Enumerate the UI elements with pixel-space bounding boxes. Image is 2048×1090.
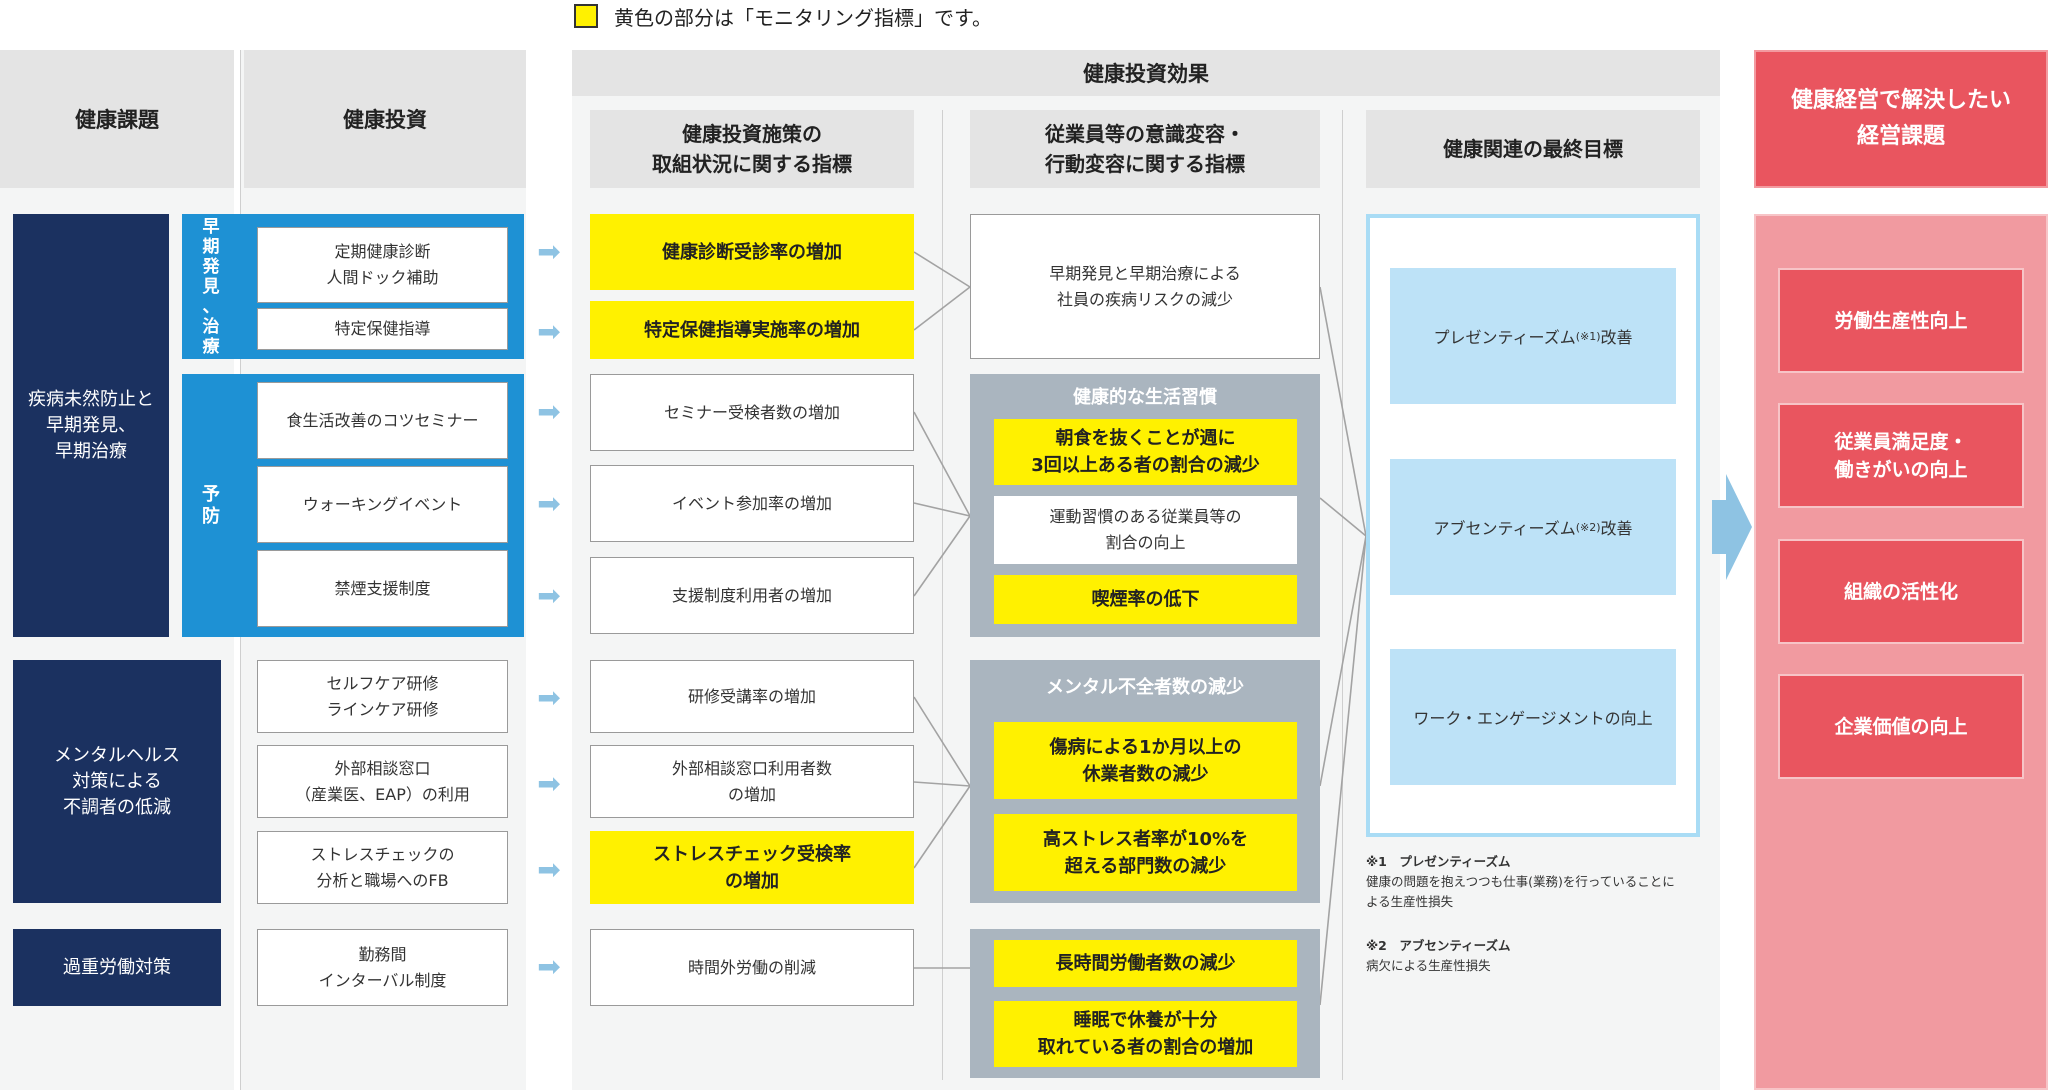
big-arrow-icon bbox=[1712, 474, 1752, 580]
final-goal-presenteeism: プレゼンティーズム (※1) 改善 bbox=[1390, 268, 1676, 404]
management-corporate-value: 企業価値の向上 bbox=[1778, 674, 2024, 779]
measure-seminar-participants: セミナー受検者数の増加 bbox=[590, 374, 914, 451]
measure-guidance-rate: 特定保健指導実施率の増加 bbox=[590, 301, 914, 359]
management-satisfaction: 従業員満足度・ 働きがいの向上 bbox=[1778, 403, 2024, 508]
note-body: 健康の問題を抱えつつも仕事(業務)を行っていることに よる生産性損失 bbox=[1366, 874, 1675, 909]
behavior-sick-leave: 傷病による1か月以上の 休業者数の減少 bbox=[994, 722, 1297, 799]
note-absenteeism: ※2 アブセンティーズム 病欠による生産性損失 bbox=[1366, 936, 1716, 976]
final-goal-absenteeism: アブセンティーズム (※2) 改善 bbox=[1390, 459, 1676, 595]
management-activation: 組織の活性化 bbox=[1778, 539, 2024, 644]
measure-stress-check-rate: ストレスチェック受検率 の増加 bbox=[590, 831, 914, 904]
behavior-long-hours: 長時間労働者数の減少 bbox=[994, 940, 1297, 987]
behavior-breakfast: 朝食を抜くことが週に 3回以上ある者の割合の減少 bbox=[994, 419, 1297, 485]
measure-counseling-users: 外部相談窓口利用者数 の増加 bbox=[590, 745, 914, 818]
note-body: 病欠による生産性損失 bbox=[1366, 958, 1491, 973]
management-productivity: 労働生産性向上 bbox=[1778, 268, 2024, 373]
note-title: ※1 プレゼンティーズム bbox=[1366, 854, 1511, 869]
measure-overtime-reduction: 時間外労働の削減 bbox=[590, 929, 914, 1006]
note-title: ※2 アブセンティーズム bbox=[1366, 938, 1511, 953]
measure-support-users: 支援制度利用者の増加 bbox=[590, 557, 914, 634]
final-goal-engagement: ワーク・エンゲージメントの向上 bbox=[1390, 649, 1676, 785]
behavior-exercise: 運動習慣のある従業員等の 割合の向上 bbox=[994, 496, 1297, 564]
measure-event-participation: イベント参加率の増加 bbox=[590, 465, 914, 542]
measure-training-rate: 研修受講率の増加 bbox=[590, 660, 914, 733]
behavior-smoking: 喫煙率の低下 bbox=[994, 575, 1297, 624]
behavior-early-risk: 早期発見と早期治療による 社員の疾病リスクの減少 bbox=[970, 214, 1320, 359]
note-presenteeism: ※1 プレゼンティーズム 健康の問題を抱えつつも仕事(業務)を行っていることに … bbox=[1366, 852, 1716, 912]
measure-checkup-rate: 健康診断受診率の増加 bbox=[590, 214, 914, 290]
behavior-high-stress: 高ストレス者率が10%を 超える部門数の減少 bbox=[994, 814, 1297, 891]
behavior-lifestyle-title: 健康的な生活習慣 bbox=[1073, 387, 1217, 408]
behavior-mental-title: メンタル不全者数の減少 bbox=[1046, 677, 1244, 698]
behavior-sleep: 睡眠で休養が十分 取れている者の割合の増加 bbox=[994, 1001, 1297, 1067]
